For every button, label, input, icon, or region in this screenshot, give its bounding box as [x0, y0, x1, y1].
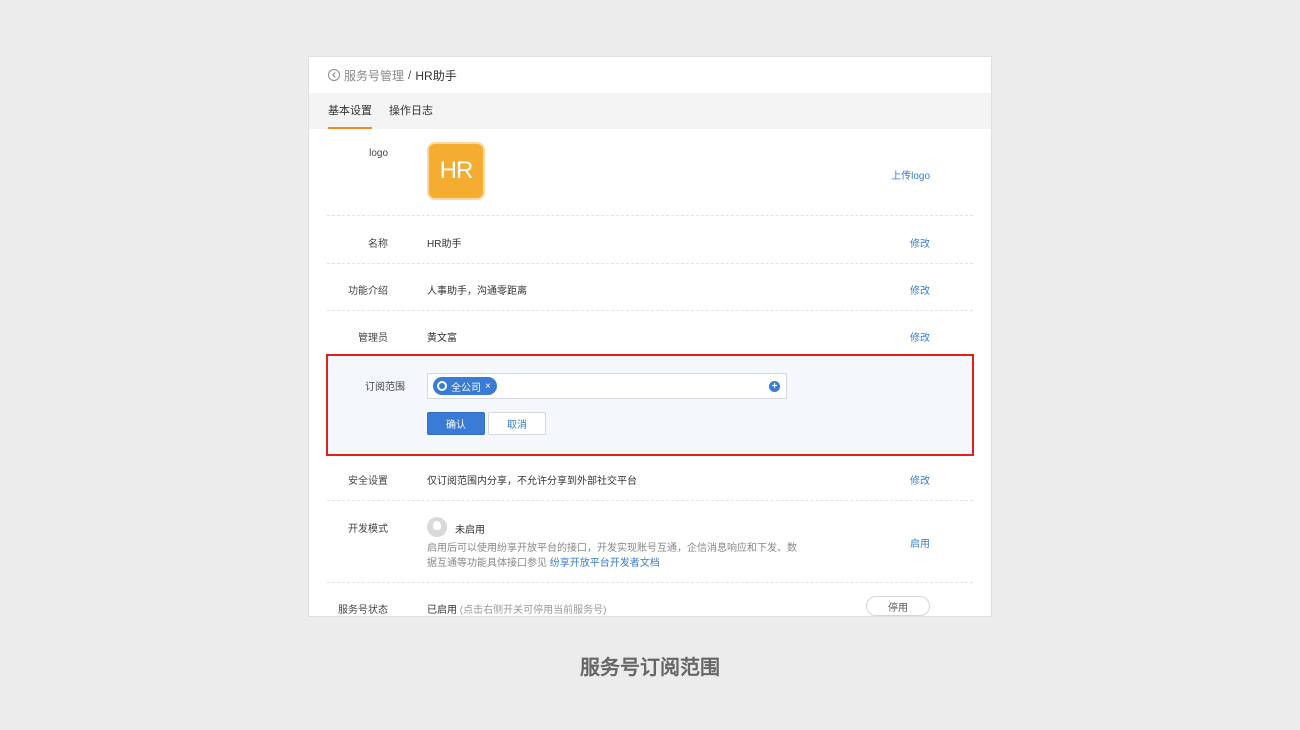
globe-icon: [437, 381, 447, 391]
tab-basic-settings[interactable]: 基本设置: [328, 93, 372, 129]
scope-tag-label: 全公司: [451, 382, 481, 394]
lightbulb-icon: [427, 517, 447, 537]
edit-name-link[interactable]: 修改: [910, 235, 930, 250]
remove-tag-icon[interactable]: ×: [485, 381, 491, 392]
service-status-value: 已启用: [427, 605, 457, 616]
dev-mode-description: 启用后可以使用纷享开放平台的接口，开发实现账号互通，企信消息响应和下发、数据互通…: [427, 541, 797, 571]
subscription-scope-input[interactable]: 全公司 × +: [427, 373, 787, 399]
intro-row: 功能介绍 人事助手，沟通零距离 修改: [327, 264, 973, 311]
security-value: 仅订阅范围内分享，不允许分享到外部社交平台: [427, 476, 637, 487]
service-status-label: 服务号状态: [338, 605, 388, 616]
logo-row: logo HR 上传logo: [327, 129, 973, 216]
name-label: 名称: [368, 239, 388, 250]
subscription-label: 订阅范围: [365, 382, 405, 393]
admin-label: 管理员: [358, 333, 388, 344]
dev-mode-status: 未启用: [455, 525, 485, 536]
name-value: HR助手: [427, 239, 462, 250]
edit-security-link[interactable]: 修改: [910, 472, 930, 487]
service-status-note: (点击右侧开关可停用当前服务号): [459, 605, 607, 616]
service-status-content: 已启用 (点击右侧开关可停用当前服务号): [427, 601, 606, 616]
back-arrow-icon[interactable]: [328, 69, 340, 81]
service-status-row: 服务号状态 已启用 (点击右侧开关可停用当前服务号) 停用: [327, 583, 973, 616]
dev-mode-row: 开发模式 未启用 启用后可以使用纷享开放平台的接口，开发实现账号互通，企信消息响…: [327, 501, 973, 583]
tab-bar: 基本设置 操作日志: [309, 93, 991, 129]
name-row: 名称 HR助手 修改: [327, 216, 973, 264]
admin-row: 管理员 黄文富 修改: [327, 311, 973, 358]
security-row: 安全设置 仅订阅范围内分享，不允许分享到外部社交平台 修改: [327, 460, 973, 501]
subscription-edit-box: 订阅范围 全公司 × + 确认 取消: [326, 354, 974, 456]
breadcrumb: 服务号管理 / HR助手: [309, 57, 991, 93]
logo-label: logo: [369, 148, 388, 159]
upload-logo-link[interactable]: 上传logo: [891, 167, 930, 182]
intro-value: 人事助手，沟通零距离: [427, 286, 527, 297]
breadcrumb-parent-link[interactable]: 服务号管理: [344, 67, 404, 84]
enable-dev-mode-link[interactable]: 启用: [910, 535, 930, 550]
dev-mode-content: 未启用 启用后可以使用纷享开放平台的接口，开发实现账号互通，企信消息响应和下发、…: [427, 517, 807, 577]
breadcrumb-separator: /: [408, 68, 412, 82]
edit-intro-link[interactable]: 修改: [910, 282, 930, 297]
breadcrumb-current: HR助手: [415, 68, 457, 83]
service-settings-panel: 服务号管理 / HR助手 基本设置 操作日志 logo HR 上传logo 名称…: [309, 57, 991, 616]
developer-docs-link[interactable]: 纷享开放平台开发者文档: [550, 558, 660, 569]
cancel-button[interactable]: 取消: [488, 412, 546, 435]
disable-service-button[interactable]: 停用: [866, 596, 930, 616]
admin-value: 黄文富: [427, 333, 457, 344]
intro-label: 功能介绍: [348, 286, 388, 297]
confirm-button[interactable]: 确认: [427, 412, 485, 435]
scope-tag-whole-company: 全公司 ×: [433, 377, 497, 395]
tab-operation-log[interactable]: 操作日志: [389, 93, 433, 129]
edit-admin-link[interactable]: 修改: [910, 329, 930, 344]
security-label: 安全设置: [348, 476, 388, 487]
service-logo: HR: [427, 142, 485, 200]
logo-preview: HR: [427, 142, 485, 200]
page-caption: 服务号订阅范围: [580, 657, 720, 679]
add-scope-icon[interactable]: +: [769, 381, 780, 392]
dev-mode-label: 开发模式: [348, 524, 388, 535]
